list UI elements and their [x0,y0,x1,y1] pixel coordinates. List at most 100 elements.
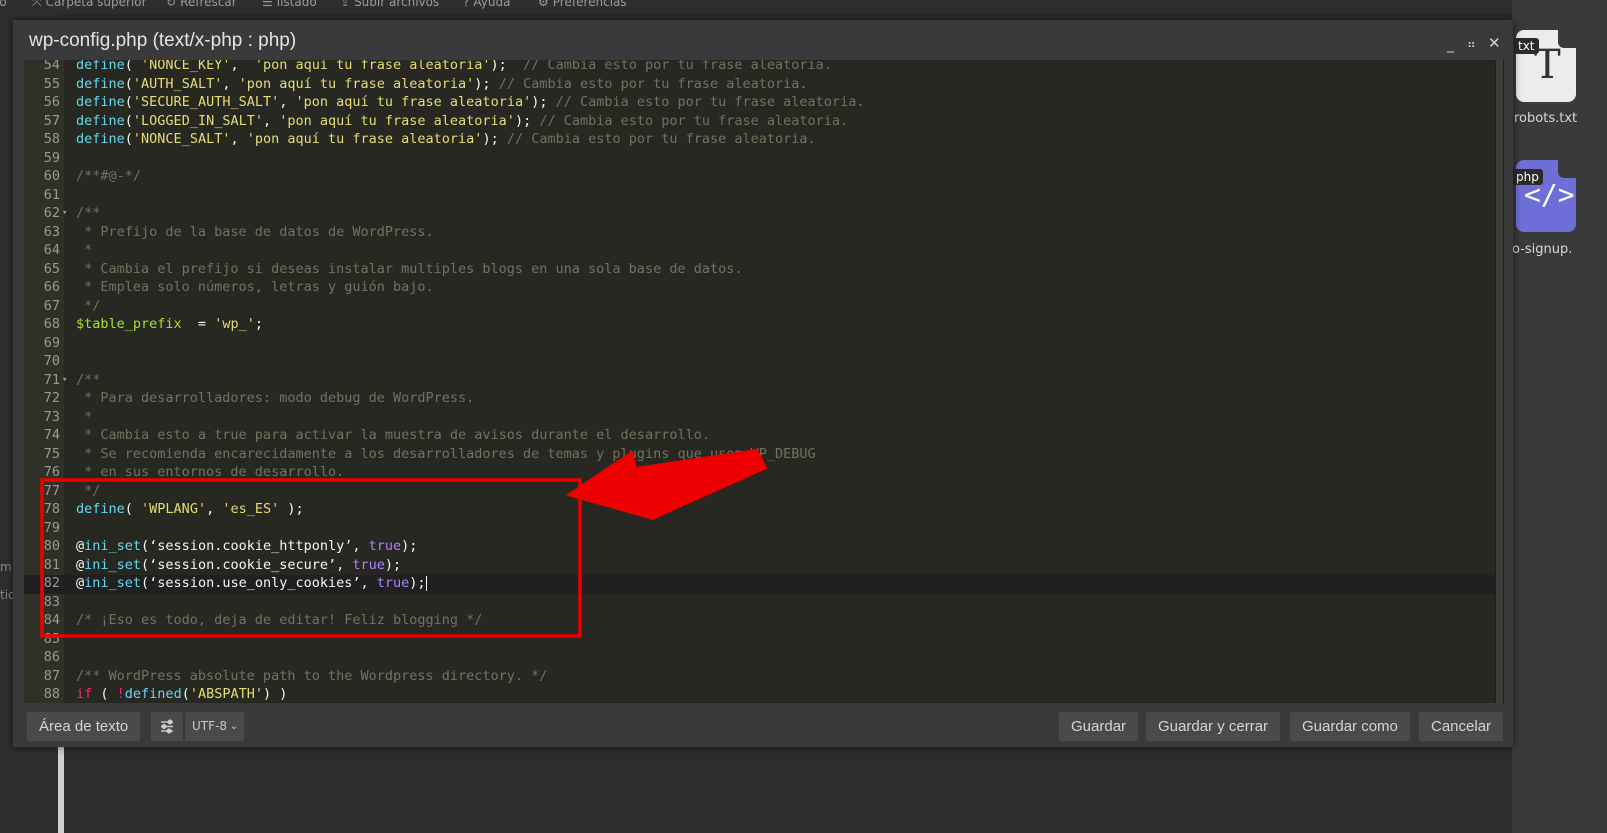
toolbar-refresh[interactable]: ↻ Refrescar [166,0,237,9]
line-number: 60 [43,168,60,184]
code-line[interactable]: 80 @ini_set(‘session.cookie_httponly’, tr… [24,537,1495,556]
editor-settings-button[interactable] [151,712,183,741]
code-line[interactable]: 79 [24,519,1495,538]
toolbar-fragment-label: io [0,0,7,9]
code-line[interactable]: 60 /**#@-*/ [24,167,1495,186]
code-token: */ [76,482,101,499]
toolbar-label: Ayuda [473,0,511,9]
code-line[interactable]: 74 * Cambia esto a true para activar la … [24,426,1495,445]
code-line[interactable]: 86 [24,648,1495,667]
code-token: (‘session.cookie_secure’, [141,556,353,573]
code-line[interactable]: 82 @ini_set(‘session.use_only_cookies’, t… [24,574,1495,593]
code-editor[interactable]: 54 define( 'NONCE_KEY', 'pon aquí tu fras… [24,60,1504,703]
code-text: */ [76,482,100,501]
code-token: defined [124,686,182,702]
line-number: 80 [43,538,60,554]
line-number: 54 [43,60,60,73]
code-line[interactable]: 66 * Emplea solo números, letras y guión… [24,278,1495,297]
code-line[interactable]: 58 define('NONCE_SALT', 'pon aquí tu fras… [24,130,1495,149]
vertical-scrollbar[interactable] [1495,60,1504,703]
save-as-button[interactable]: Guardar como [1290,712,1410,741]
code-token: * en sus entornos de desarrollo. [76,464,345,480]
code-line[interactable]: 78 define( 'WPLANG', 'es_ES' ); [24,500,1495,519]
code-text: define( 'WPLANG', 'es_ES' ); [76,500,304,519]
dialog-title: wp-config.php (text/x-php : php) [29,30,297,51]
code-line[interactable]: 88 if ( !defined('ABSPATH') ) [24,685,1495,703]
minimize-icon[interactable]: _ [1447,38,1454,52]
code-token: , [230,60,255,73]
code-line[interactable]: 61 [24,186,1495,205]
scrollbar-thumb[interactable] [1496,60,1503,703]
code-line[interactable]: 87 /** WordPress absolute path to the Wor… [24,667,1495,686]
line-number: 56 [43,94,60,110]
code-token: , [230,131,247,147]
code-token: * Se recomienda encarecidamente a los de… [76,445,816,462]
code-line[interactable]: 83 [24,593,1495,612]
code-text: define('NONCE_SALT', 'pon aquí tu frase … [76,130,816,149]
code-token: define [76,501,125,517]
code-line[interactable]: 55 define('AUTH_SALT', 'pon aquí tu frase… [24,75,1495,94]
code-text: * Para desarrolladores: modo debug de Wo… [76,389,474,408]
code-token: ( [124,131,133,147]
code-line[interactable]: 85 [24,630,1495,649]
code-token: = [181,316,215,332]
code-token: ( [124,94,133,110]
toolbar-upload[interactable]: ⇪ Subir archivos [340,0,439,9]
code-token: 'ABSPATH' [189,686,263,702]
code-token: ( [92,686,117,702]
text-area-mode-button[interactable]: Área de texto [27,712,141,741]
save-button[interactable]: Guardar [1059,712,1139,741]
code-line[interactable]: 59 [24,149,1495,168]
code-text: * [76,408,92,427]
code-text: if ( !defined('ABSPATH') ) [76,685,287,703]
code-line[interactable]: 67 */ [24,297,1495,316]
code-token: ); [401,538,418,554]
code-line[interactable]: 72 * Para desarrolladores: modo debug de… [24,389,1495,408]
code-token: if [76,686,93,702]
code-line[interactable]: 56 define('SECURE_AUTH_SALT', 'pon aquí t… [24,93,1495,112]
code-line[interactable]: 77 */ [24,482,1495,501]
file-name[interactable]: robots.txt [1514,111,1577,126]
code-token: ); [531,94,556,110]
encoding-select[interactable]: UTF-8 ⌄ [185,712,244,741]
close-icon[interactable]: ✕ [1488,36,1501,51]
line-number: 76 [43,464,60,480]
code-text: /** [76,204,100,223]
toolbar-list[interactable]: ☰ listado [262,0,317,9]
line-number: 67 [43,297,60,314]
maximize-icon[interactable]: ⠶ [1467,37,1476,51]
code-line[interactable]: 75 * Se recomienda encarecidamente a los… [24,445,1495,464]
code-token: 'SECURE_AUTH_SALT' [132,94,280,110]
fold-arrow-icon[interactable]: ▾ [62,371,67,390]
code-text: @ini_set(‘session.cookie_secure’, true); [76,556,401,575]
code-line[interactable]: 81 @ini_set(‘session.cookie_secure’, true… [24,556,1495,575]
line-number: 77 [43,482,60,499]
code-token: 'es_ES' [222,501,280,517]
cancel-button[interactable]: Cancelar [1419,712,1504,741]
code-line[interactable]: 63 * Prefijo de la base de datos de Word… [24,223,1495,242]
toolbar-parent-folder[interactable]: ⤧ Carpeta superior [32,0,147,10]
fold-arrow-icon[interactable]: ▾ [62,204,67,223]
code-line[interactable]: 65 * Cambia el prefijo si deseas instala… [24,260,1495,279]
code-line[interactable]: 54 define( 'NONCE_KEY', 'pon aquí tu fras… [24,60,1495,75]
code-line[interactable]: 73 * [24,408,1495,427]
code-line[interactable]: 64 * [24,241,1495,260]
toolbar-preferences[interactable]: ⚙ Preferencias [538,0,627,9]
code-line[interactable]: 76 * en sus entornos de desarrollo. [24,463,1495,482]
line-number: 55 [43,75,60,92]
code-line[interactable]: 71 ▾ /** [24,371,1495,390]
code-line[interactable]: 69 [24,334,1495,353]
code-line[interactable]: 62 ▾ /** [24,204,1495,223]
code-line[interactable]: 70 [24,352,1495,371]
code-token: true [352,556,385,573]
code-line[interactable]: 84 /* ¡Eso es todo, deja de editar! Feliz… [24,611,1495,630]
save-and-close-button[interactable]: Guardar y cerrar [1146,712,1281,741]
code-line[interactable]: 68 $table_prefix = 'wp_'; [24,315,1495,334]
line-number: 87 [43,667,60,684]
code-line[interactable]: 57 define('LOGGED_IN_SALT', 'pon aquí tu … [24,112,1495,131]
line-number: 66 [43,279,60,295]
toolbar-help[interactable]: ? Ayuda [463,0,510,9]
file-name[interactable]: o-signup. [1512,242,1572,257]
line-number: 69 [43,334,60,351]
code-text: define('AUTH_SALT', 'pon aquí tu frase a… [76,75,808,94]
